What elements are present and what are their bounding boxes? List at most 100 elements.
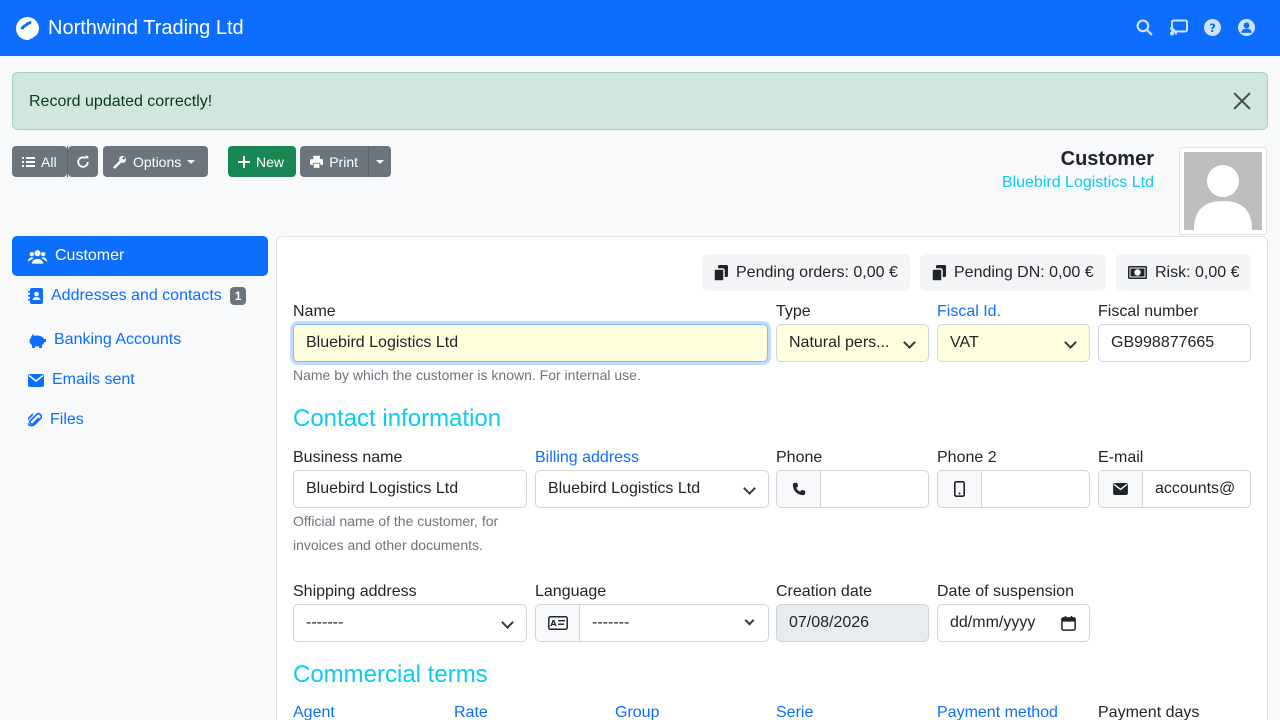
phone-icon <box>777 471 821 507</box>
money-icon <box>1128 266 1147 279</box>
phone-field <box>776 470 929 508</box>
phone2-input[interactable] <box>982 471 1089 507</box>
language-select[interactable]: ------- <box>580 605 768 641</box>
email-input[interactable]: accounts@ <box>1143 471 1250 507</box>
search-icon[interactable] <box>1135 18 1154 37</box>
plus-icon <box>238 155 250 168</box>
email-field: accounts@ <box>1098 470 1251 508</box>
payment-days-label: Payment days <box>1098 704 1200 720</box>
creation-date-input: 07/08/2026 <box>776 604 929 642</box>
list-icon <box>22 156 35 167</box>
suspension-date-input[interactable]: dd/mm/yyyy <box>937 604 1090 642</box>
printer-icon <box>310 155 324 169</box>
suspension-date-placeholder: dd/mm/yyyy <box>950 614 1036 631</box>
email-value: accounts@ <box>1155 480 1236 497</box>
copy-icon <box>714 264 728 281</box>
sidebar-item-label: Addresses and contacts <box>51 287 222 304</box>
page-title: Customer <box>1060 148 1154 170</box>
pending-dn-text: Pending DN: 0,00 € <box>954 263 1094 281</box>
fiscal-id-select-value: VAT <box>950 334 979 351</box>
options-button[interactable]: Options <box>103 146 208 177</box>
payment-method-link[interactable]: Payment method <box>937 704 1058 720</box>
brand[interactable]: Northwind Trading Ltd <box>16 16 244 40</box>
business-help-text: Official name of the customer, for invoi… <box>293 509 498 557</box>
pending-dn-stat[interactable]: Pending DN: 0,00 € <box>920 254 1106 291</box>
shipping-address-select[interactable]: ------- <box>293 604 527 642</box>
avatar[interactable] <box>1179 147 1267 235</box>
type-select[interactable]: Natural pers... <box>776 324 929 362</box>
billing-address-value: Bluebird Logistics Ltd <box>548 480 701 497</box>
name-input[interactable]: Bluebird Logistics Ltd <box>293 324 768 362</box>
sidebar-item-banking-accounts[interactable]: Banking Accounts <box>12 320 268 360</box>
business-help-line: Official name of the customer, for <box>293 513 499 529</box>
sidebar-item-label: Files <box>50 411 84 428</box>
svg-text:?: ? <box>1209 21 1216 35</box>
sidebar-item-label: Banking Accounts <box>54 331 182 348</box>
svg-text:A: A <box>550 619 557 628</box>
language-icon: A <box>536 605 580 641</box>
serie-link[interactable]: Serie <box>776 704 813 720</box>
fiscal-number-input[interactable]: GB998877665 <box>1098 324 1251 362</box>
refresh-icon <box>77 155 89 168</box>
billing-address-select[interactable]: Bluebird Logistics Ltd <box>535 470 769 508</box>
mobile-icon <box>938 471 982 507</box>
fiscal-number-value: GB998877665 <box>1111 334 1215 351</box>
sidebar-item-files[interactable]: Files <box>12 400 268 440</box>
record-name: Bluebird Logistics Ltd <box>1001 174 1154 191</box>
wrench-icon <box>113 155 127 169</box>
group-link[interactable]: Group <box>615 704 659 720</box>
sidebar-item-customer[interactable]: Customer <box>12 236 268 276</box>
new-button-label: New <box>256 153 285 170</box>
name-label: Name <box>293 303 336 320</box>
users-icon <box>28 249 47 264</box>
phone-input[interactable] <box>821 471 928 507</box>
creation-date-label: Creation date <box>776 583 873 600</box>
rate-link[interactable]: Rate <box>454 704 488 720</box>
phone-label: Phone <box>776 449 823 466</box>
refresh-button[interactable] <box>68 146 98 177</box>
cast-icon[interactable] <box>1169 18 1188 37</box>
risk-text: Risk: 0,00 € <box>1155 263 1240 281</box>
user-account-icon[interactable] <box>1237 18 1256 37</box>
paperclip-icon <box>28 412 42 427</box>
shipping-address-label: Shipping address <box>293 583 417 600</box>
close-icon[interactable] <box>1233 92 1253 112</box>
brand-name: Northwind Trading Ltd <box>48 16 244 39</box>
risk-stat[interactable]: Risk: 0,00 € <box>1116 254 1252 291</box>
chevron-down-icon <box>744 615 755 626</box>
language-field: A ------- <box>535 604 769 642</box>
language-value: ------- <box>592 614 630 631</box>
pending-orders-stat[interactable]: Pending orders: 0,00 € <box>702 254 910 291</box>
sidebar-item-emails-sent[interactable]: Emails sent <box>12 360 268 400</box>
sidebar: Customer Addresses and contacts 1 Bankin… <box>12 236 268 440</box>
piggy-bank-icon <box>29 333 46 348</box>
print-options-dropdown[interactable] <box>369 146 391 177</box>
count-badge: 1 <box>229 287 247 305</box>
pending-orders-text: Pending orders: 0,00 € <box>736 263 898 281</box>
address-book-icon <box>28 288 43 304</box>
envelope-icon <box>1099 471 1143 507</box>
agent-link[interactable]: Agent <box>293 704 335 720</box>
alert-message: Record updated correctly! <box>29 93 213 110</box>
print-button[interactable]: Print <box>300 146 368 177</box>
sidebar-item-label: Customer <box>55 247 125 264</box>
commercial-terms-heading: Commercial terms <box>293 661 488 688</box>
calendar-icon[interactable] <box>1061 616 1076 631</box>
billing-address-link[interactable]: Billing address <box>535 449 639 467</box>
record-header: Customer Bluebird Logistics Ltd <box>1002 148 1154 192</box>
customer-form-panel: Pending orders: 0,00 € Pending DN: 0,00 … <box>276 236 1268 720</box>
shipping-address-value: ------- <box>306 614 344 631</box>
help-icon[interactable]: ? <box>1203 18 1222 37</box>
navbar-icons: ? <box>1135 18 1256 37</box>
new-button[interactable]: New <box>228 146 296 177</box>
sidebar-item-addresses-contacts[interactable]: Addresses and contacts 1 <box>12 276 268 316</box>
fiscal-id-link[interactable]: Fiscal Id. <box>937 303 1001 321</box>
business-name-input[interactable]: Bluebird Logistics Ltd <box>293 470 527 508</box>
all-button[interactable]: All <box>12 146 67 177</box>
email-label: E-mail <box>1098 449 1144 466</box>
fiscal-id-select[interactable]: VAT <box>937 324 1090 362</box>
contact-information-heading: Contact information <box>293 405 502 432</box>
name-input-value: Bluebird Logistics Ltd <box>306 334 459 351</box>
creation-date-value: 07/08/2026 <box>789 614 870 631</box>
print-button-label: Print <box>329 153 358 170</box>
